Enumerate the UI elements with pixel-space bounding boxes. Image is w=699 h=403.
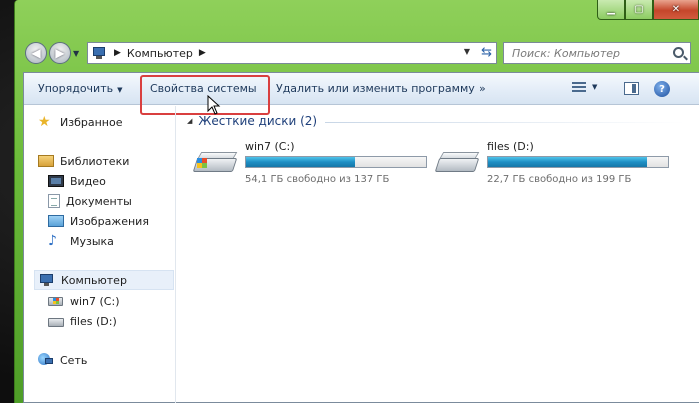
command-bar: Упорядочить ▼ Свойства системы Удалить ил… bbox=[24, 73, 699, 105]
minimize-button[interactable]: ▁ bbox=[597, 0, 625, 20]
drive-usage-fill bbox=[246, 157, 355, 167]
nav-drive-c[interactable]: win7 (C:) bbox=[48, 291, 120, 311]
navigation-bar: ◀ ▶ ▼ ▶ Компьютер ▶ ▼ ⇆ Поиск: Компьютер bbox=[23, 38, 691, 66]
drive-free-space: 22,7 ГБ свободно из 199 ГБ bbox=[487, 174, 632, 185]
breadcrumb-chevron-icon[interactable]: ▶ bbox=[199, 48, 206, 58]
nav-music-label: Музыка bbox=[70, 234, 114, 248]
nav-video[interactable]: Видео bbox=[48, 171, 106, 191]
drive-name: files (D:) bbox=[487, 140, 534, 153]
group-divider bbox=[325, 122, 685, 123]
explorer-body: Упорядочить ▼ Свойства системы Удалить ил… bbox=[23, 72, 699, 403]
system-drive-icon bbox=[48, 294, 64, 308]
caption-buttons: ▁ ▢ ✕ bbox=[597, 0, 699, 22]
nav-drive-c-label: win7 (C:) bbox=[70, 294, 120, 308]
nav-computer-label: Компьютер bbox=[61, 273, 127, 287]
close-button[interactable]: ✕ bbox=[653, 0, 699, 20]
nav-computer[interactable]: Компьютер bbox=[34, 270, 174, 290]
drive-usage-bar bbox=[487, 156, 669, 168]
minimize-icon: ▁ bbox=[607, 4, 615, 15]
nav-images-label: Изображения bbox=[70, 214, 149, 228]
explorer-window: ▁ ▢ ✕ ◀ ▶ ▼ ▶ Компьютер ▶ ▼ ⇆ Поиск: Ком… bbox=[14, 0, 699, 403]
drive-free-space: 54,1 ГБ свободно из 137 ГБ bbox=[245, 174, 390, 185]
change-view-icon[interactable] bbox=[572, 82, 586, 94]
uninstall-program-button[interactable]: Удалить или изменить программу bbox=[276, 82, 475, 95]
chevron-down-icon: ▼ bbox=[117, 86, 123, 94]
address-dropdown-icon[interactable]: ▼ bbox=[464, 47, 470, 56]
system-drive-icon bbox=[192, 152, 238, 176]
group-title: Жесткие диски (2) bbox=[198, 114, 318, 128]
refresh-icon[interactable]: ⇆ bbox=[481, 45, 492, 60]
close-icon: ✕ bbox=[671, 4, 681, 15]
nav-network-label: Сеть bbox=[60, 353, 88, 367]
nav-images[interactable]: Изображения bbox=[48, 211, 149, 231]
star-icon: ★ bbox=[38, 114, 51, 130]
content-pane: ◢ Жесткие диски (2) win7 (C:) 54,1 ГБ св… bbox=[177, 106, 699, 403]
drive-name: win7 (C:) bbox=[245, 140, 295, 153]
maximize-button[interactable]: ▢ bbox=[625, 0, 653, 20]
nav-favorites[interactable]: ★ Избранное bbox=[38, 112, 122, 132]
view-options-dropdown[interactable]: ▼ bbox=[592, 83, 597, 91]
music-note-icon: ♪ bbox=[48, 233, 57, 249]
breadcrumb-chevron-icon[interactable]: ▶ bbox=[114, 48, 121, 58]
document-icon bbox=[48, 194, 60, 208]
computer-icon bbox=[39, 273, 55, 287]
group-header-hard-drives[interactable]: ◢ Жесткие диски (2) bbox=[187, 114, 317, 128]
nav-libraries-label: Библиотеки bbox=[60, 154, 130, 168]
picture-icon bbox=[48, 215, 64, 227]
breadcrumb-computer[interactable]: Компьютер bbox=[127, 47, 193, 60]
nav-documents-label: Документы bbox=[66, 194, 132, 208]
arrow-left-icon: ◀ bbox=[31, 46, 41, 60]
nav-favorites-label: Избранное bbox=[60, 115, 123, 129]
preview-pane-icon[interactable] bbox=[624, 82, 639, 95]
navigation-pane: ★ Избранное Библиотеки Видео Документы И… bbox=[24, 106, 176, 403]
hard-drive-icon bbox=[434, 152, 480, 176]
search-placeholder: Поиск: Компьютер bbox=[512, 46, 620, 60]
drive-tile-c[interactable]: win7 (C:) 54,1 ГБ свободно из 137 ГБ bbox=[192, 138, 433, 190]
computer-icon bbox=[92, 46, 108, 60]
forward-button[interactable]: ▶ bbox=[49, 42, 71, 64]
collapse-triangle-icon[interactable]: ◢ bbox=[187, 117, 192, 125]
network-icon bbox=[38, 353, 54, 367]
search-icon[interactable] bbox=[673, 47, 684, 58]
organize-button[interactable]: Упорядочить ▼ bbox=[38, 82, 123, 95]
video-icon bbox=[48, 175, 64, 187]
more-commands-button[interactable]: » bbox=[479, 82, 486, 95]
hard-drive-icon bbox=[48, 318, 64, 327]
nav-music[interactable]: ♪ Музыка bbox=[48, 231, 114, 251]
nav-drive-d[interactable]: files (D:) bbox=[48, 311, 117, 331]
address-bar[interactable]: ▶ Компьютер ▶ ▼ ⇆ bbox=[87, 42, 497, 64]
help-icon[interactable]: ? bbox=[654, 81, 670, 97]
nav-video-label: Видео bbox=[70, 174, 106, 188]
library-folder-icon bbox=[38, 155, 54, 167]
search-input[interactable]: Поиск: Компьютер bbox=[503, 42, 691, 64]
maximize-icon: ▢ bbox=[634, 4, 644, 15]
nav-network[interactable]: Сеть bbox=[38, 350, 87, 370]
drive-tile-d[interactable]: files (D:) 22,7 ГБ свободно из 199 ГБ bbox=[434, 138, 675, 190]
nav-documents[interactable]: Документы bbox=[48, 191, 132, 211]
nav-libraries[interactable]: Библиотеки bbox=[38, 151, 129, 171]
recent-pages-dropdown[interactable]: ▼ bbox=[73, 49, 79, 58]
nav-drive-d-label: files (D:) bbox=[70, 314, 117, 328]
back-button[interactable]: ◀ bbox=[25, 42, 47, 64]
drive-usage-fill bbox=[488, 157, 648, 167]
drive-usage-bar bbox=[245, 156, 427, 168]
arrow-right-icon: ▶ bbox=[55, 46, 65, 60]
